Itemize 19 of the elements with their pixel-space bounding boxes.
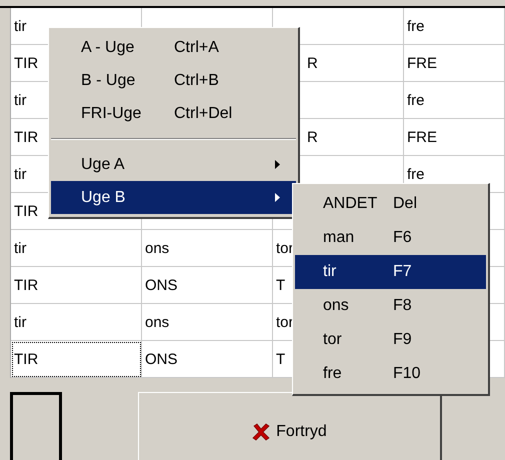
table-cell: ons	[142, 304, 273, 341]
table-cell: tir	[11, 304, 142, 341]
submenu-arrow-icon	[275, 193, 280, 202]
submenu-arrow-icon	[275, 160, 280, 169]
table-cell: ons	[142, 230, 273, 267]
menu-item[interactable]: Uge B	[51, 181, 296, 214]
table-cell: FRE	[404, 119, 505, 156]
table-cell: ONS	[142, 341, 273, 378]
table-cell: fre	[404, 82, 505, 119]
table-cell: TIR	[11, 341, 142, 378]
cross-icon	[252, 422, 270, 440]
menu-item[interactable]: tir F7	[295, 255, 486, 289]
table-cell: TIR	[11, 267, 142, 304]
table-cell: ONS	[142, 267, 273, 304]
table-cell: fre	[404, 8, 505, 45]
table-cell: tir	[11, 230, 142, 267]
cancel-button[interactable]: Fortryd	[138, 392, 442, 460]
button[interactable]	[10, 392, 62, 460]
table-cell: FRE	[404, 45, 505, 82]
